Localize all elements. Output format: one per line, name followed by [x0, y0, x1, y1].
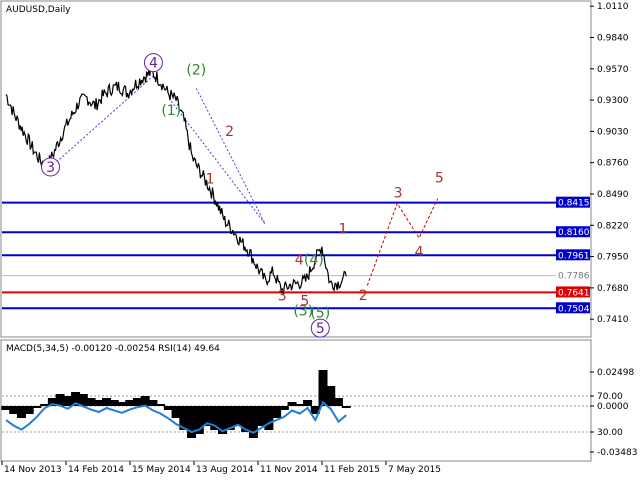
histogram-bar	[1, 406, 11, 410]
histogram-bar	[32, 406, 42, 408]
histogram-bar	[156, 404, 166, 406]
price-tick-label: 0.9300	[597, 96, 629, 106]
price-tick-label: 0.8760	[597, 159, 629, 169]
wave-label: (1)	[161, 103, 181, 119]
histogram-bar	[117, 402, 127, 406]
date-tick-label: 11 Nov 2014	[260, 465, 318, 475]
histogram-bar	[125, 400, 135, 406]
histogram-bar	[140, 396, 150, 406]
histogram-bar	[264, 406, 274, 430]
histogram-bar	[163, 406, 173, 410]
histogram-bar	[86, 398, 96, 406]
wave-label: 4	[415, 245, 424, 261]
price-tick-label: 0.9030	[597, 127, 629, 137]
wave-label: 3	[394, 185, 403, 201]
chart-root: AUDUSD,Daily MACD(5,34,5) -0.00120 -0.00…	[0, 0, 637, 475]
level-price-label: 0.8160	[558, 228, 590, 238]
indicator-title: MACD(5,34,5) -0.00120 -0.00254 RSI(14) 4…	[6, 344, 220, 354]
histogram-bar	[303, 400, 313, 406]
main-chart-title: AUDUSD,Daily	[6, 5, 71, 15]
wave-label: (5)	[310, 305, 330, 321]
histogram-bar	[94, 400, 104, 406]
level-price-label: 0.7641	[558, 288, 590, 298]
date-tick-label: 14 Feb 2014	[68, 465, 124, 475]
wave-label: 2	[359, 288, 368, 304]
price-axis: 1.0110 0.9840 0.9570 0.9300 0.9030 0.8760 0.84…	[590, 2, 629, 325]
level-price-label: 0.7786	[558, 272, 590, 282]
histogram-bar	[171, 406, 181, 418]
indicator-tick-label: 30.00	[597, 428, 623, 438]
histogram-bar	[233, 406, 243, 426]
histogram-bar	[187, 406, 197, 438]
price-tick-label: 0.7950	[597, 253, 629, 263]
indicator-tick-label: 0.0000	[597, 402, 629, 412]
wave-label: 2	[225, 124, 234, 140]
wave-label: 5	[316, 321, 325, 337]
price-tick-label: 0.9570	[597, 65, 629, 75]
level-price-label: 0.7961	[558, 251, 590, 261]
histogram-bar	[63, 396, 73, 406]
date-tick-label: 7 May 2015	[388, 465, 441, 475]
price-tick-label: 0.7410	[597, 315, 629, 325]
indicator-tick-label: 70.00	[597, 392, 623, 402]
histogram-bar	[287, 402, 297, 406]
wave-label: 1	[206, 172, 215, 188]
histogram-bar	[109, 400, 119, 406]
histogram-bar	[132, 398, 142, 406]
price-tick-label: 0.7680	[597, 284, 629, 294]
histogram-bar	[256, 406, 266, 426]
histogram-bar	[318, 370, 328, 406]
price-tick-label: 0.8220	[597, 221, 629, 231]
indicator-tick-label: 0.02498	[597, 368, 634, 378]
level-price-label: 0.8415	[558, 199, 590, 209]
wave-label: 5	[435, 170, 444, 186]
level-price-label: 0.7504	[558, 304, 590, 314]
histogram-bar	[102, 398, 112, 406]
histogram-bar	[295, 404, 305, 406]
price-tick-label: 1.0110	[597, 2, 629, 12]
histogram-bar	[24, 406, 34, 414]
date-tick-label: 11 Feb 2015	[324, 465, 380, 475]
histogram-bar	[341, 406, 351, 408]
wave-label: 3	[46, 160, 55, 176]
histogram-bar	[333, 398, 343, 406]
wave-label: (2)	[186, 63, 206, 79]
date-axis: 14 Nov 2013 14 Feb 2014 15 May 2014 13 Aug …	[1, 461, 441, 475]
date-tick-label: 14 Nov 2013	[4, 465, 62, 475]
histogram-bar	[279, 406, 289, 410]
wave-label: 4	[149, 56, 158, 72]
price-tick-label: 0.9840	[597, 33, 629, 43]
histogram-bar	[148, 400, 158, 406]
main-chart-frame	[0, 0, 592, 338]
wave-label: 1	[338, 221, 347, 237]
histogram-bar	[326, 386, 336, 406]
wave-label: (4)	[304, 253, 324, 269]
histogram-bar	[9, 406, 19, 414]
date-tick-label: 13 Aug 2014	[196, 465, 254, 475]
wave-label: 3	[278, 289, 287, 305]
histogram-bar	[272, 406, 282, 418]
indicator-tick-label: -0.03483	[597, 448, 637, 458]
date-tick-label: 15 May 2014	[132, 465, 191, 475]
wave-label: 5	[300, 293, 309, 309]
price-tick-label: 0.8490	[597, 190, 629, 200]
wave-label: 4	[295, 253, 304, 269]
histogram-bar	[16, 406, 26, 418]
